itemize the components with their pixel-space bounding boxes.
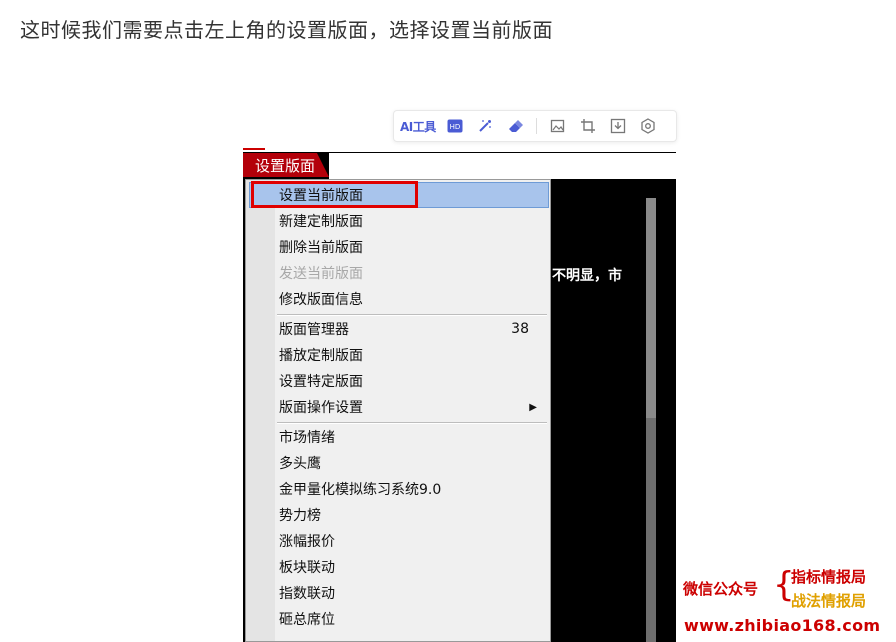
watermark-url: www.zhibiao168.com: [684, 616, 881, 635]
red-accent-line: [243, 148, 265, 150]
menu-item-bull-eagle[interactable]: 多头鹰: [277, 450, 547, 476]
menu-item-shortcut: 38: [511, 321, 529, 337]
layout-context-menu: 设置当前版面 新建定制版面 删除当前版面 发送当前版面 修改版面信息 版面管理器…: [245, 179, 551, 642]
embedded-screenshot: 设置版面 不明显，市 设置当前版面 新建定制版面 删除当前版面 发送当前版面 修…: [243, 148, 676, 642]
menu-item-power-ranking[interactable]: 势力榜: [277, 502, 547, 528]
background-text: 不明显，市: [552, 268, 622, 284]
toolbar-divider: [535, 118, 537, 134]
menu-item-label: 版面管理器: [279, 322, 349, 338]
watermark-name-2: 战法情报局: [791, 592, 867, 610]
menu-item-delete-current-layout[interactable]: 删除当前版面: [277, 234, 547, 260]
watermark: 微信公众号 { 指标情报局 战法情报局 www.zhibiao168.com: [683, 566, 895, 638]
menu-item-label: 版面操作设置: [279, 400, 363, 416]
menu-item-edit-layout-info[interactable]: 修改版面信息: [277, 286, 547, 312]
menu-item-send-current-layout: 发送当前版面: [279, 266, 363, 282]
menu-item-market-sentiment[interactable]: 市场情绪: [277, 424, 547, 450]
magic-wand-icon[interactable]: [476, 117, 494, 135]
menu-item-sector-linkage[interactable]: 板块联动: [277, 554, 547, 580]
settings-icon[interactable]: [639, 117, 657, 135]
watermark-wechat-label: 微信公众号: [683, 580, 759, 598]
settings-layout-menu-tab[interactable]: 设置版面: [243, 153, 329, 177]
eraser-icon[interactable]: [506, 117, 524, 135]
menubar-background: [329, 153, 676, 179]
background-scrollbar-thumb[interactable]: [646, 198, 656, 418]
menu-item-layout-manager[interactable]: 版面管理器 38: [277, 316, 547, 342]
highlight-annotation-box: [251, 181, 418, 208]
menu-item-layout-operation-settings[interactable]: 版面操作设置 ▶: [277, 394, 547, 420]
image-edit-icon[interactable]: [549, 117, 567, 135]
article-paragraph: 这时候我们需要点击左上角的设置版面，选择设置当前版面: [20, 18, 553, 42]
crop-icon[interactable]: [579, 117, 597, 135]
hd-icon[interactable]: HD: [446, 117, 464, 135]
download-icon[interactable]: [609, 117, 627, 135]
svg-text:HD: HD: [449, 123, 460, 131]
menu-item-play-custom-layout[interactable]: 播放定制版面: [277, 342, 547, 368]
menu-item-set-specific-layout[interactable]: 设置特定版面: [277, 368, 547, 394]
app-topbar: [243, 148, 676, 152]
watermark-name-1: 指标情报局: [791, 568, 867, 586]
menu-item-total-seats[interactable]: 砸总席位: [277, 606, 547, 632]
menu-item-index-linkage[interactable]: 指数联动: [277, 580, 547, 606]
menu-item-new-custom-layout[interactable]: 新建定制版面: [277, 208, 547, 234]
menu-item-quant-practice-system[interactable]: 金甲量化模拟练习系统9.0: [277, 476, 547, 502]
menu-icon-gutter: [246, 180, 275, 641]
image-toolbar: AI工具 HD: [393, 110, 677, 142]
submenu-arrow-icon: ▶: [529, 401, 537, 413]
ai-tools-button[interactable]: AI工具: [400, 118, 436, 135]
menu-item-gain-quotes[interactable]: 涨幅报价: [277, 528, 547, 554]
